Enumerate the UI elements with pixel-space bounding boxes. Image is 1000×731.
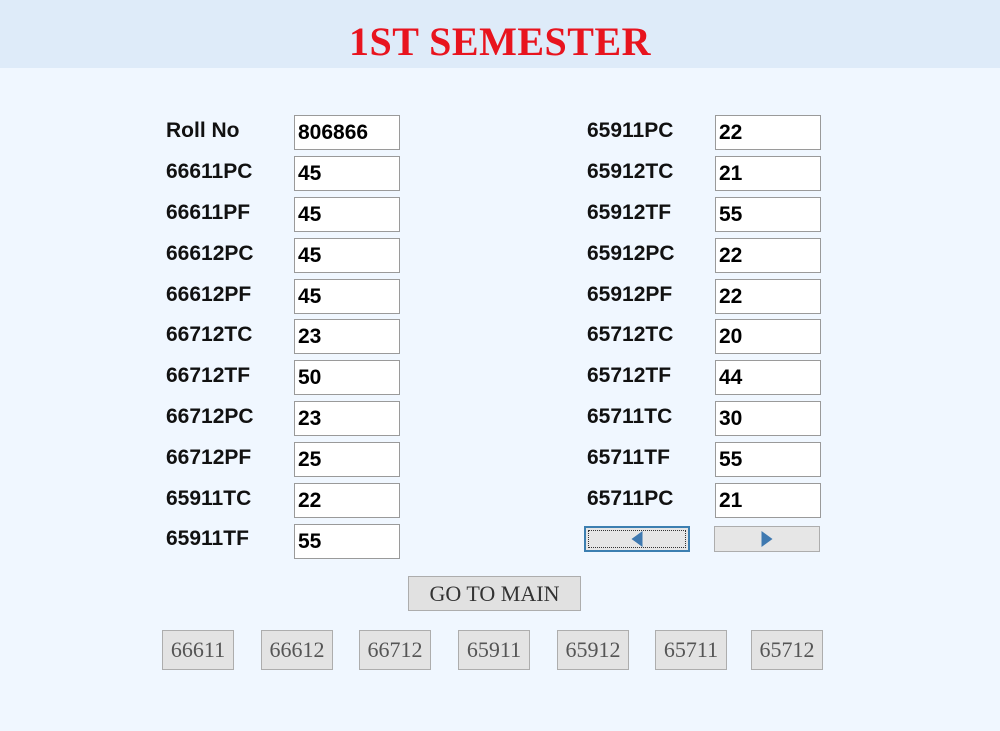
marks-input[interactable] [715,115,821,150]
field-label: 66611PF [166,201,251,224]
course-button-65912[interactable]: 65912 [557,630,629,670]
course-button-66712[interactable]: 66712 [359,630,431,670]
triangle-left-icon [631,531,643,547]
triangle-right-icon [761,531,773,547]
marks-input[interactable] [294,524,400,559]
field-label: 66712TF [166,364,251,387]
course-button-65712[interactable]: 65712 [751,630,823,670]
marks-input[interactable] [294,197,400,232]
course-button-65711[interactable]: 65711 [655,630,727,670]
field-label: 66611PC [166,160,253,183]
field-label-roll-no: Roll No [166,119,240,142]
field-label: 66712TC [166,323,253,346]
previous-record-button[interactable] [584,526,690,552]
marks-input[interactable] [715,197,821,232]
field-label: 66612PF [166,283,252,306]
marks-input[interactable] [294,401,400,436]
marks-input[interactable] [715,279,821,314]
field-label: 65712TC [587,323,674,346]
marks-input[interactable] [715,238,821,273]
field-label: 65712TF [587,364,672,387]
marks-input[interactable] [294,156,400,191]
roll-no-input[interactable] [294,115,400,150]
field-label: 66612PC [166,242,254,265]
field-label: 65912TF [587,201,672,224]
field-label: 65912TC [587,160,674,183]
marks-input[interactable] [715,401,821,436]
field-label: 65911PC [587,119,674,142]
field-label: 65912PF [587,283,673,306]
marks-input[interactable] [715,360,821,395]
marks-input[interactable] [715,442,821,477]
course-button-65911[interactable]: 65911 [458,630,530,670]
field-label: 66712PC [166,405,254,428]
next-record-button[interactable] [714,526,820,552]
marks-input[interactable] [294,238,400,273]
go-to-main-button[interactable]: GO TO MAIN [408,576,581,611]
marks-input[interactable] [294,360,400,395]
marks-input[interactable] [715,319,821,354]
field-label: 65711TC [587,405,673,428]
course-button-66612[interactable]: 66612 [261,630,333,670]
marks-input[interactable] [715,156,821,191]
marks-input[interactable] [294,279,400,314]
marks-input[interactable] [294,442,400,477]
marks-input[interactable] [294,483,400,518]
field-label: 66712PF [166,446,252,469]
marks-input[interactable] [294,319,400,354]
field-label: 65911TF [166,527,249,550]
field-label: 65911TC [166,487,252,510]
course-button-66611[interactable]: 66611 [162,630,234,670]
page-title: 1ST SEMESTER [348,19,652,64]
marks-input[interactable] [715,483,821,518]
field-label: 65711TF [587,446,670,469]
field-label: 65912PC [587,242,675,265]
field-label: 65711PC [587,487,674,510]
